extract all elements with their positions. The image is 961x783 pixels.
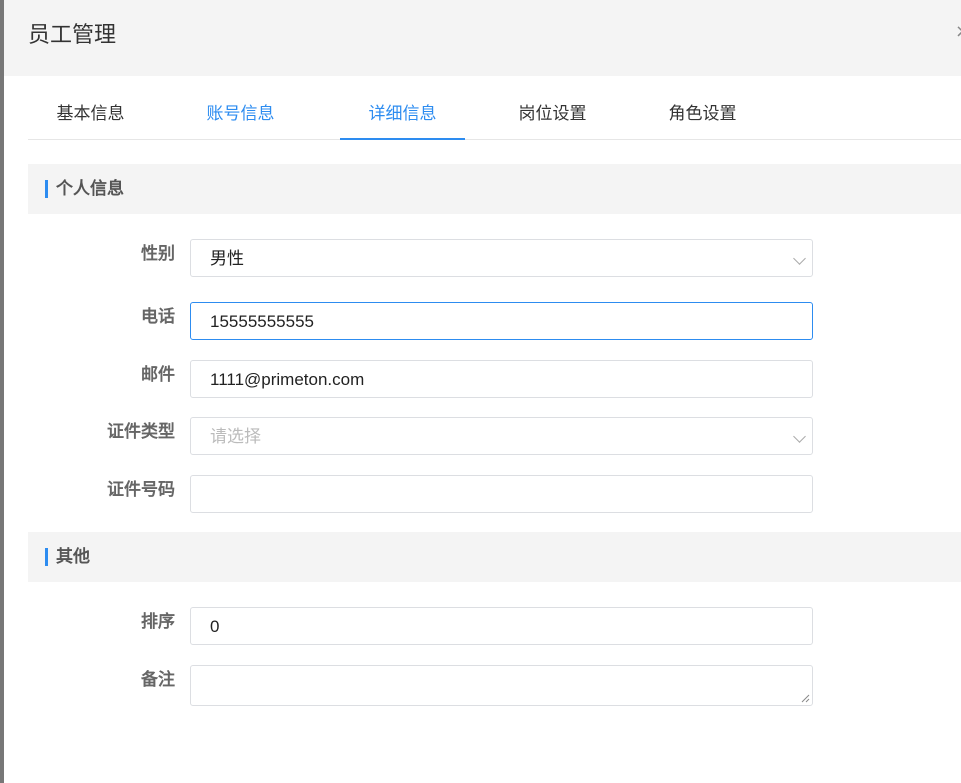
employee-dialog: 员工管理 × 基本信息 账号信息 详细信息 岗位设置 角色设置 个人信息 性别 … — [4, 0, 961, 783]
tab-bar: 基本信息 账号信息 详细信息 岗位设置 角色设置 — [28, 88, 961, 140]
gender-label: 性别 — [141, 244, 175, 264]
id-number-input[interactable] — [190, 475, 813, 513]
id-type-label: 证件类型 — [107, 422, 175, 442]
resize-handle-icon[interactable] — [800, 693, 810, 703]
email-label: 邮件 — [141, 365, 175, 385]
id-number-label: 证件号码 — [107, 480, 175, 500]
dialog-header: 员工管理 × — [4, 0, 961, 76]
email-input[interactable]: 1111@primeton.com — [190, 360, 813, 398]
phone-label: 电话 — [141, 307, 175, 327]
section-title: 个人信息 — [56, 179, 124, 199]
remark-label: 备注 — [141, 670, 175, 690]
phone-value: 15555555555 — [210, 312, 315, 331]
tab-account-info[interactable]: 账号信息 — [178, 88, 303, 139]
sort-label: 排序 — [141, 612, 175, 632]
email-value: 1111@primeton.com — [210, 370, 365, 389]
sort-value: 0 — [210, 617, 220, 636]
tab-role-settings[interactable]: 角色设置 — [640, 88, 765, 139]
gender-value: 男性 — [210, 249, 244, 268]
close-icon[interactable]: × — [955, 20, 961, 44]
phone-input[interactable]: 15555555555 — [190, 302, 813, 340]
chevron-down-icon — [793, 430, 806, 443]
tab-basic-info[interactable]: 基本信息 — [28, 88, 153, 139]
dialog-title: 员工管理 — [28, 23, 117, 48]
gender-select[interactable]: 男性 — [190, 239, 813, 277]
section-title: 其他 — [56, 547, 90, 567]
section-other: 其他 — [28, 532, 961, 582]
section-accent-bar — [45, 548, 48, 566]
chevron-down-icon — [793, 252, 806, 265]
id-type-select[interactable]: 请选择 — [190, 417, 813, 455]
sort-input[interactable]: 0 — [190, 607, 813, 645]
tab-position-settings[interactable]: 岗位设置 — [490, 88, 615, 139]
remark-textarea[interactable] — [190, 665, 813, 706]
section-personal-info: 个人信息 — [28, 164, 961, 214]
id-type-placeholder: 请选择 — [210, 427, 261, 446]
section-accent-bar — [45, 180, 48, 198]
tab-detail-info[interactable]: 详细信息 — [340, 88, 465, 140]
